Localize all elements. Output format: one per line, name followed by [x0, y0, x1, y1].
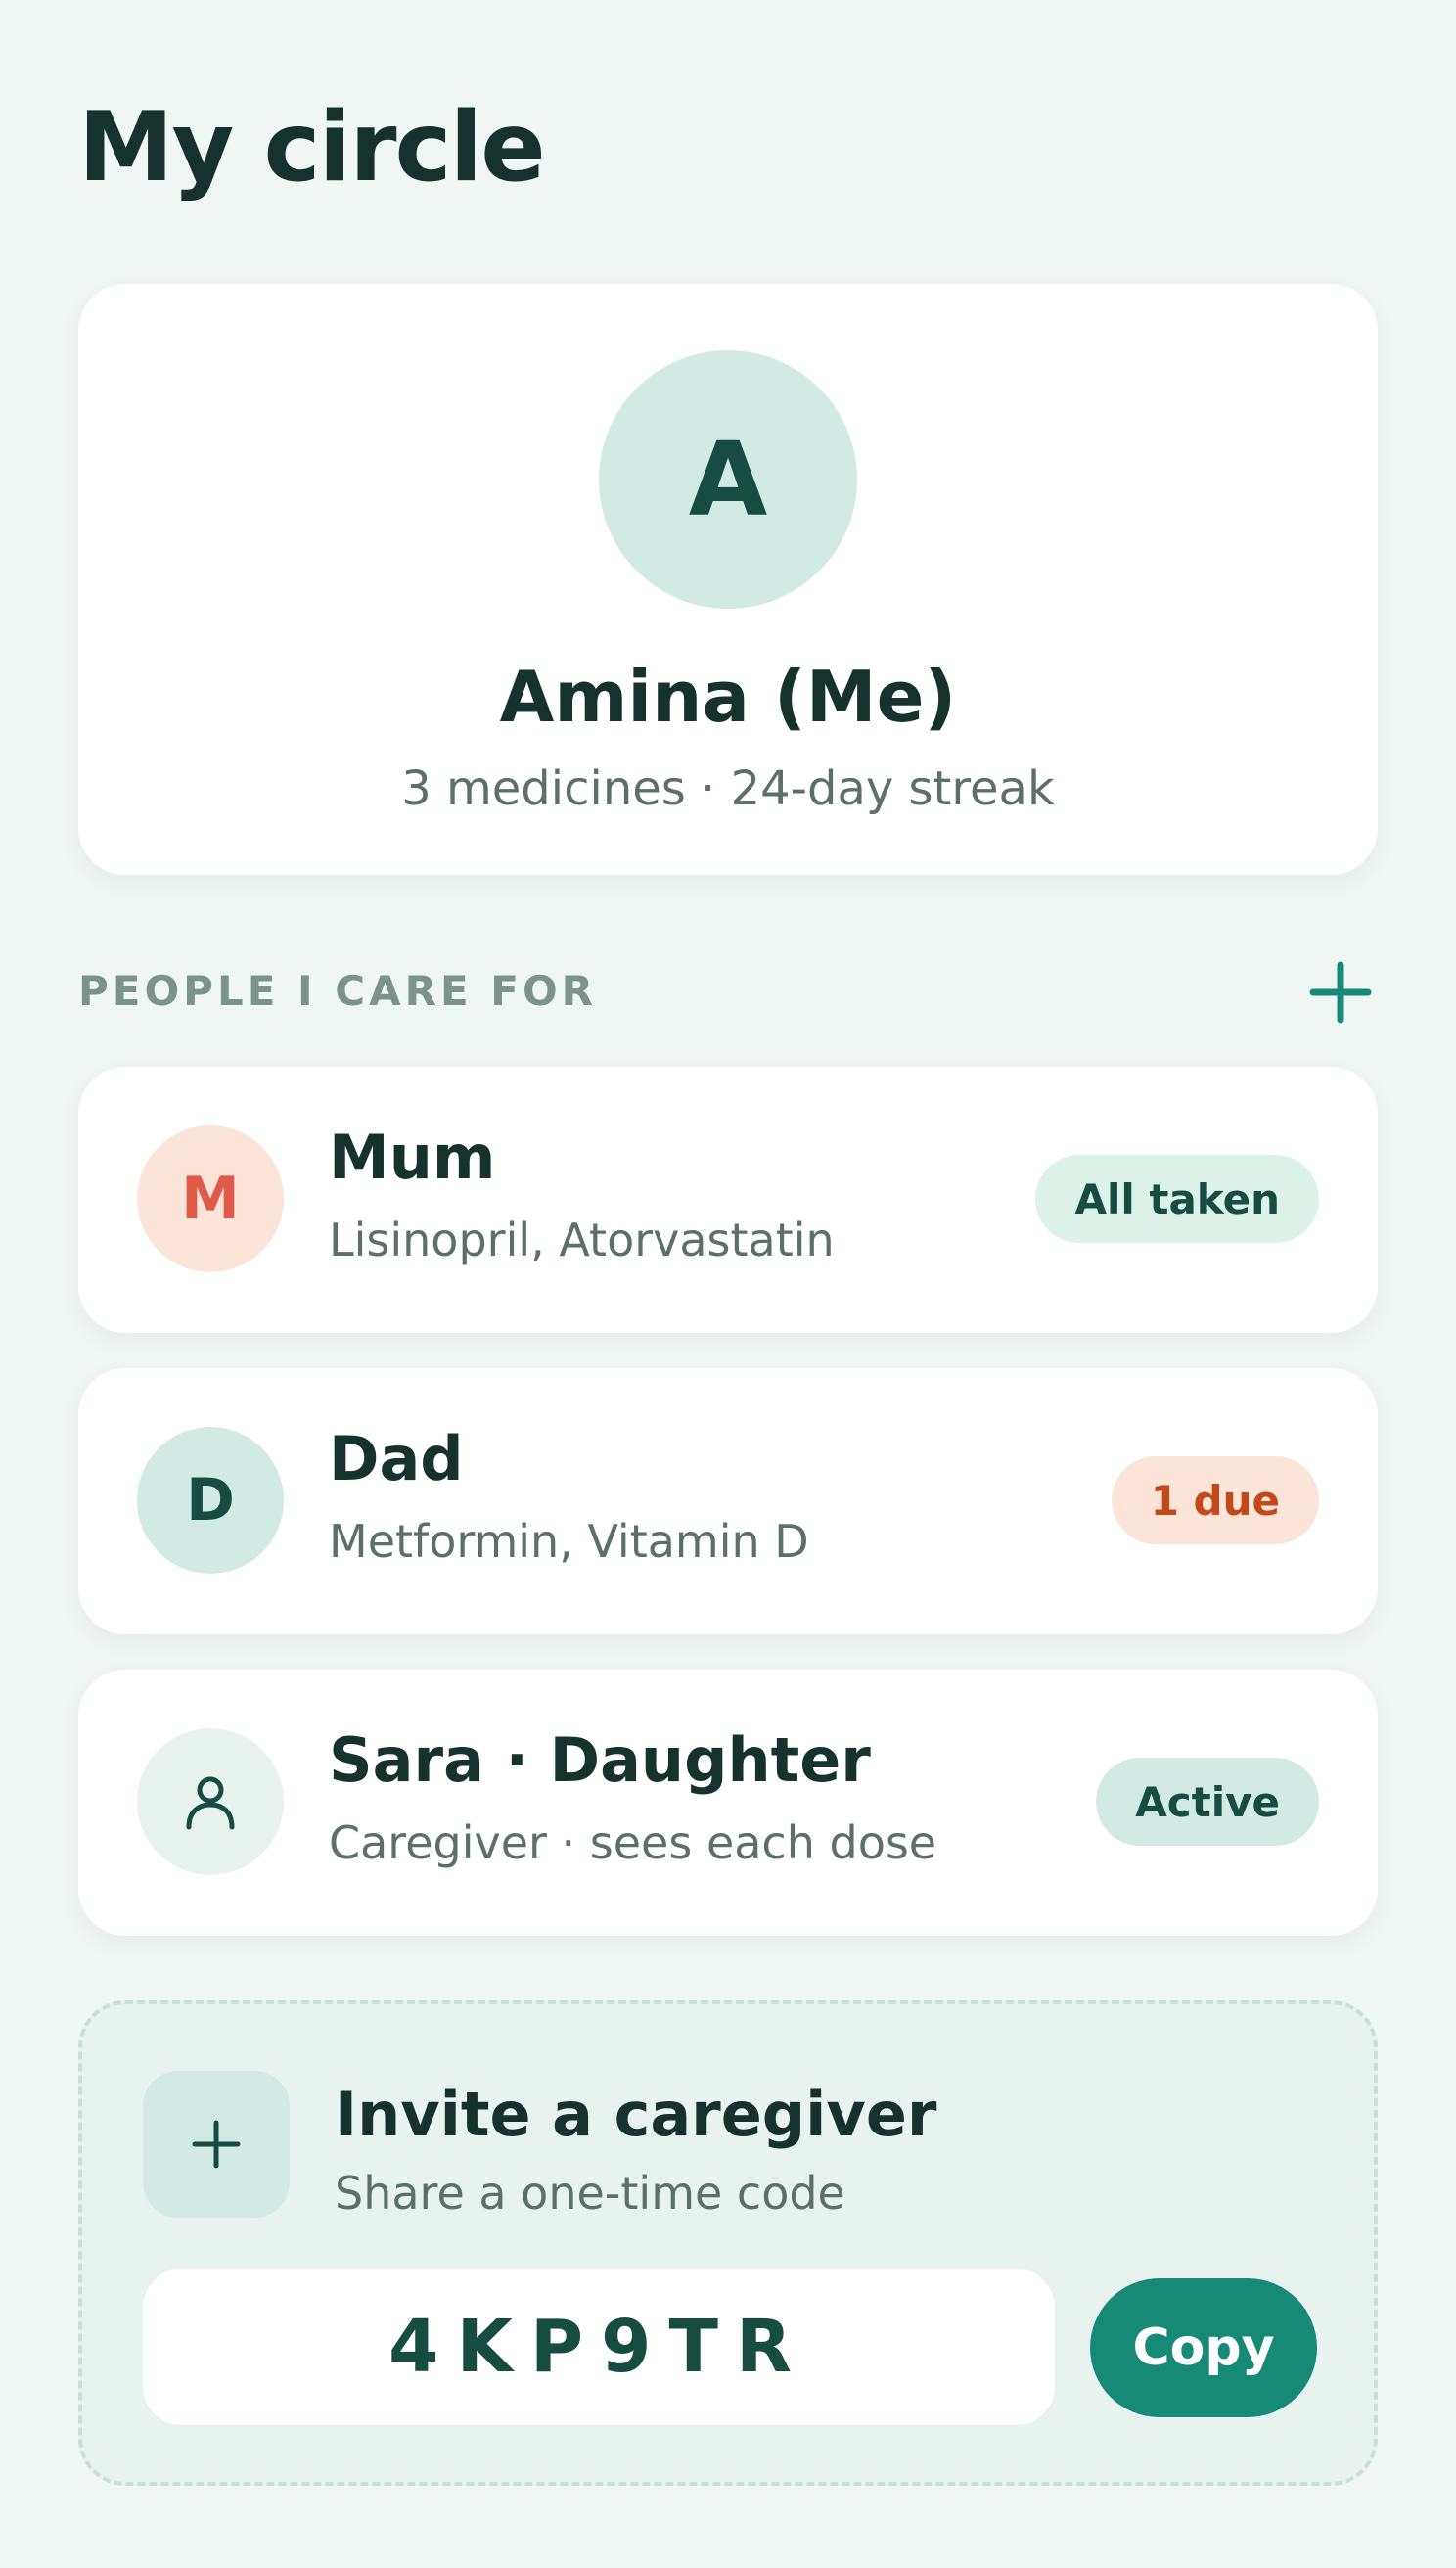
- invite-code: 4KP9TR: [143, 2269, 1055, 2425]
- avatar: [137, 1728, 284, 1875]
- avatar: D: [137, 1427, 284, 1574]
- person-icon: [186, 1776, 235, 1830]
- invite-subtitle: Share a one-time code: [335, 2167, 845, 2220]
- person-medicines: Metformin, Vitamin D: [329, 1515, 809, 1568]
- person-name: Sara · Daughter: [329, 1724, 871, 1796]
- status-badge: 1 due: [1111, 1456, 1319, 1544]
- status-badge: All taken: [1035, 1155, 1319, 1243]
- profile-name: Amina (Me): [499, 656, 957, 738]
- person-card-dad[interactable]: D Dad Metformin, Vitamin D 1 due: [78, 1368, 1378, 1634]
- my-circle-screen: My circle A Amina (Me) 3 medicines · 24-…: [0, 0, 1456, 2568]
- people-section-header: PEOPLE I CARE FOR: [78, 959, 1378, 1024]
- page-title: My circle: [78, 92, 546, 204]
- my-profile-card[interactable]: A Amina (Me) 3 medicines · 24-day streak: [78, 284, 1378, 875]
- person-role: Caregiver · sees each dose: [329, 1816, 937, 1869]
- add-person-button[interactable]: [1303, 955, 1378, 1030]
- status-badge: Active: [1096, 1758, 1319, 1846]
- person-name: Mum: [329, 1122, 496, 1193]
- person-name: Dad: [329, 1423, 464, 1494]
- person-card-sara[interactable]: Sara · Daughter Caregiver · sees each do…: [78, 1670, 1378, 1936]
- section-label: PEOPLE I CARE FOR: [78, 967, 597, 1015]
- invite-caregiver-card: Invite a caregiver Share a one-time code…: [78, 2000, 1378, 2486]
- invite-title: Invite a caregiver: [335, 2079, 937, 2150]
- copy-button[interactable]: Copy: [1090, 2278, 1317, 2417]
- plus-icon: [192, 2120, 241, 2169]
- person-medicines: Lisinopril, Atorvastatin: [329, 1214, 835, 1266]
- plus-icon: [1309, 961, 1372, 1024]
- person-card-mum[interactable]: M Mum Lisinopril, Atorvastatin All taken: [78, 1067, 1378, 1333]
- profile-summary: 3 medicines · 24-day streak: [401, 761, 1055, 816]
- avatar: A: [599, 350, 857, 609]
- avatar: M: [137, 1125, 284, 1272]
- invite-icon-box[interactable]: [143, 2071, 290, 2218]
